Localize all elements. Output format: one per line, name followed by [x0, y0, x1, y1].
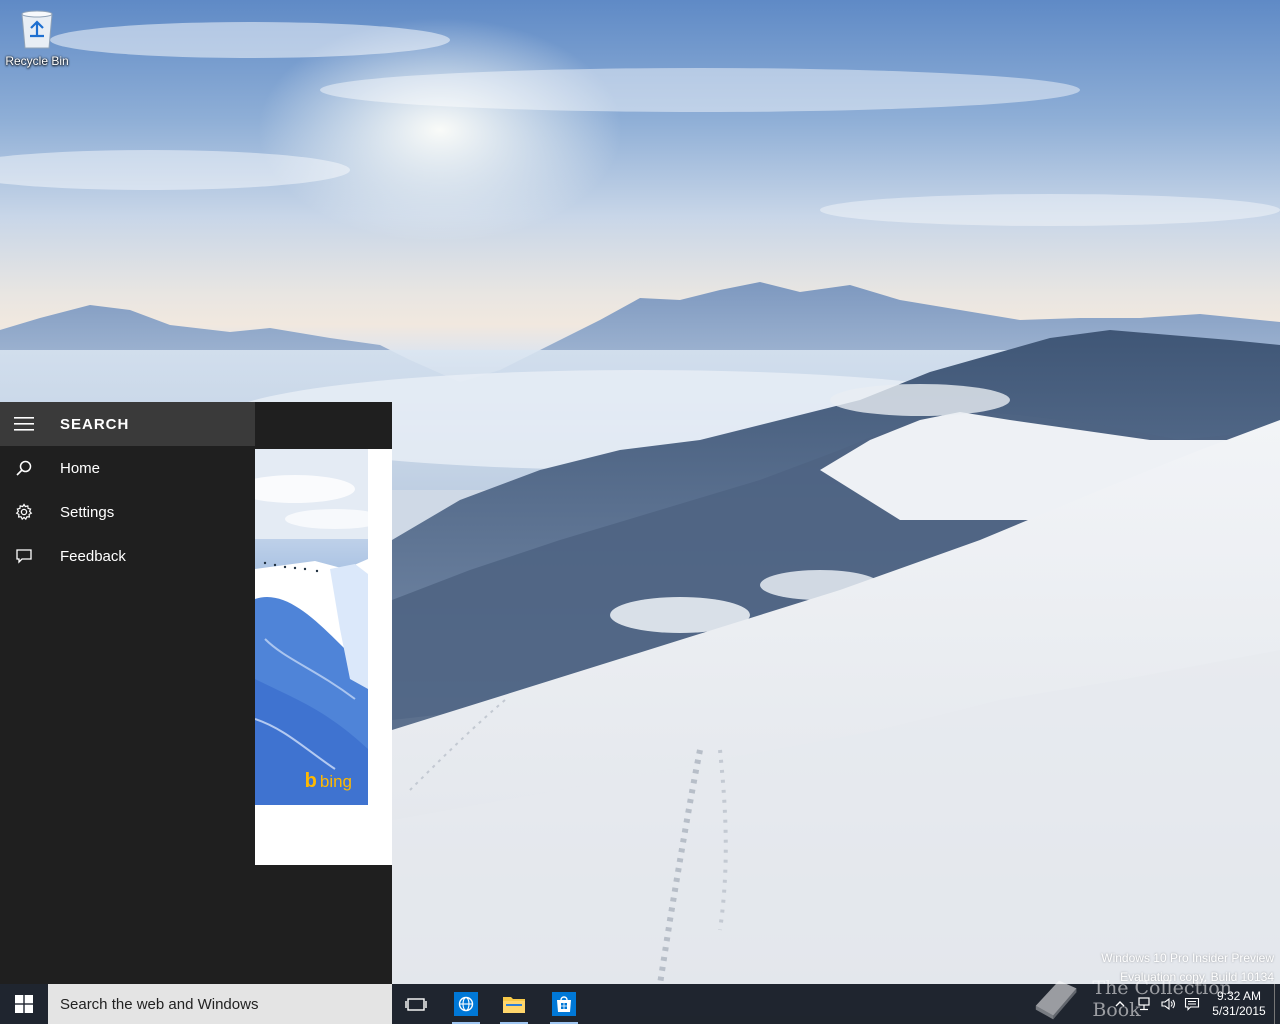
nav-item-settings[interactable]: Settings: [0, 490, 255, 534]
search-header: SEARCH: [0, 402, 255, 446]
hamburger-icon: [14, 417, 34, 431]
bing-b-icon: b: [304, 770, 317, 792]
recycle-bin-label: Recycle Bin: [5, 54, 69, 68]
nav-item-label: Home: [60, 459, 101, 477]
start-button[interactable]: [0, 984, 48, 1024]
nav-item-home[interactable]: Home: [0, 446, 255, 490]
windows-logo-icon: [15, 995, 33, 1013]
recycle-bin-icon: [21, 10, 53, 49]
store-icon: [552, 992, 576, 1016]
snow-cliff-image: [255, 449, 368, 805]
search-input[interactable]: [60, 995, 392, 1013]
search-title: SEARCH: [60, 415, 130, 433]
internet-explorer-icon: [454, 992, 478, 1016]
collection-book-text: The Collection Book: [1092, 977, 1232, 1021]
nav-item-label: Settings: [60, 503, 115, 521]
internet-explorer-button[interactable]: [442, 984, 490, 1024]
task-view-button[interactable]: [392, 984, 440, 1024]
feedback-icon: [0, 547, 48, 565]
search-nav: SEARCH Home Settings Feedback: [0, 402, 255, 984]
nav-item-feedback[interactable]: Feedback: [0, 534, 255, 578]
bing-daily-image[interactable]: b bing: [255, 449, 368, 805]
gear-icon: [0, 503, 48, 521]
book-logo-icon: [1035, 980, 1077, 1020]
file-explorer-button[interactable]: [490, 984, 538, 1024]
taskbar-search-box[interactable]: [48, 984, 392, 1024]
nav-item-label: Feedback: [60, 547, 126, 565]
watermark-edition: Windows 10 Pro Insider Preview: [1101, 951, 1274, 965]
search-panel: b bing SEARCH Home Settings Feedback: [0, 402, 392, 984]
recycle-bin[interactable]: Recycle Bin: [4, 8, 70, 78]
bing-logo: b bing: [305, 770, 352, 793]
collection-book-watermark: The Collection Book: [1030, 976, 1280, 1022]
task-view-icon: [405, 998, 427, 1011]
bing-logo-text: bing: [319, 771, 352, 791]
file-explorer-icon: [503, 997, 525, 1013]
store-button[interactable]: [540, 984, 588, 1024]
search-icon: [0, 459, 48, 477]
hamburger-menu-button[interactable]: [0, 402, 48, 446]
